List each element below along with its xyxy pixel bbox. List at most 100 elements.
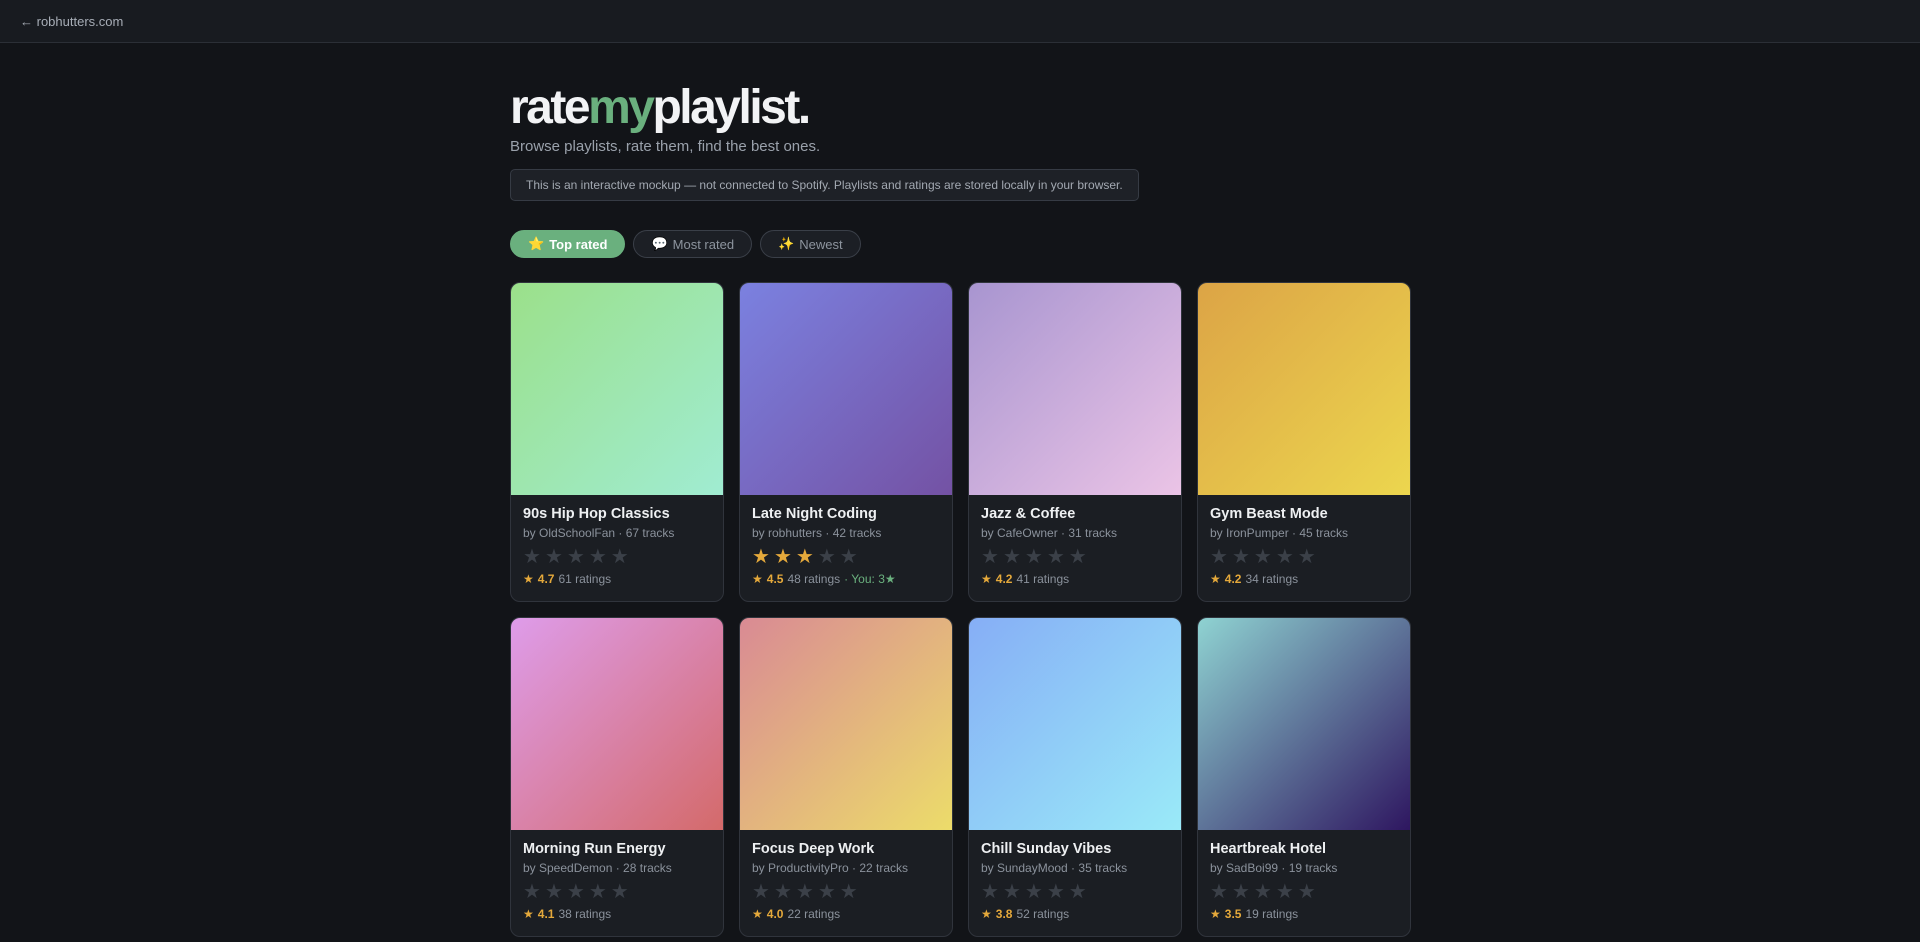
your-rating: · You: 3★ (844, 572, 896, 586)
rate-star-4[interactable]: ★ (1276, 546, 1294, 568)
speech-bubble-icon: 💬 (651, 236, 668, 251)
rate-star-2[interactable]: ★ (1232, 881, 1250, 903)
rate-star-2[interactable]: ★ (545, 546, 563, 568)
rate-star-5[interactable]: ★ (1069, 546, 1087, 568)
filter-label: Newest (799, 236, 843, 252)
mockup-notice: This is an interactive mockup — not conn… (510, 169, 1139, 201)
rate-star-5[interactable]: ★ (611, 881, 629, 903)
rate-star-3[interactable]: ★ (1254, 881, 1272, 903)
sort-filters: ⭐ Top rated 💬 Most rated ✨ Newest (510, 230, 1410, 258)
rating-count: 41 ratings (1016, 572, 1070, 586)
playlist-meta: by SpeedDemon · 28 tracks (523, 861, 672, 875)
rate-star-4[interactable]: ★ (818, 546, 836, 568)
average-rating: 4.0 (766, 907, 784, 921)
average-rating: 4.1 (537, 907, 555, 921)
playlist-meta: by SundayMood · 35 tracks (981, 861, 1128, 875)
rate-star-2[interactable]: ★ (1003, 546, 1021, 568)
average-rating: 3.5 (1224, 907, 1242, 921)
playlist-card[interactable]: 90s Hip Hop Classics by OldSchoolFan · 67… (510, 282, 724, 602)
back-link[interactable]: ← robhutters.com (20, 14, 123, 29)
playlist-meta: by SadBoi99 · 19 tracks (1210, 861, 1338, 875)
rate-star-5[interactable]: ★ (1069, 881, 1087, 903)
playlist-title: Chill Sunday Vibes (981, 841, 1112, 857)
rating-summary: ★ 4.1 38 ratings (523, 907, 711, 921)
rate-star-5[interactable]: ★ (1298, 881, 1316, 903)
rate-star-3[interactable]: ★ (1025, 546, 1043, 568)
rate-star-2[interactable]: ★ (1003, 881, 1021, 903)
playlist-meta: by CafeOwner · 31 tracks (981, 526, 1118, 540)
rate-star-4[interactable]: ★ (818, 881, 836, 903)
playlist-meta: by IronPumper · 45 tracks (1210, 526, 1349, 540)
rate-star-1[interactable]: ★ (981, 881, 999, 903)
rate-star-4[interactable]: ★ (589, 546, 607, 568)
rate-star-1[interactable]: ★ (752, 881, 770, 903)
rate-star-1[interactable]: ★ (523, 881, 541, 903)
playlist-info: Heartbreak Hotel by SadBoi99 · 19 tracks ★… (1198, 830, 1410, 921)
rating-summary: ★ 4.7 61 ratings (523, 572, 711, 586)
rating-stars: ★ ★ ★ ★ ★ (752, 881, 940, 903)
rate-star-4[interactable]: ★ (589, 881, 607, 903)
rate-star-3[interactable]: ★ (1254, 546, 1272, 568)
rating-summary: ★ 4.5 48 ratings · You: 3★ (752, 572, 940, 586)
playlist-cover (1198, 618, 1410, 830)
rate-star-1[interactable]: ★ (523, 546, 541, 568)
rate-star-1[interactable]: ★ (1210, 546, 1228, 568)
rating-stars: ★ ★ ★ ★ ★ (1210, 881, 1398, 903)
playlist-title: 90s Hip Hop Classics (523, 506, 670, 522)
star-icon: ★ (523, 572, 534, 586)
brand-logo: ratemyplaylist. (510, 80, 1410, 136)
playlist-info: 90s Hip Hop Classics by OldSchoolFan · 67… (511, 495, 723, 586)
rate-star-3[interactable]: ★ (796, 546, 814, 568)
rating-count: 38 ratings (558, 907, 612, 921)
rate-star-5[interactable]: ★ (1298, 546, 1316, 568)
playlist-info: Morning Run Energy by SpeedDemon · 28 tra… (511, 830, 723, 921)
rate-star-2[interactable]: ★ (545, 881, 563, 903)
playlist-card[interactable]: Morning Run Energy by SpeedDemon · 28 tra… (510, 617, 724, 937)
average-rating: 4.2 (1224, 572, 1242, 586)
filter-newest[interactable]: ✨ Newest (760, 230, 861, 258)
rating-count: 19 ratings (1245, 907, 1299, 921)
playlist-title: Late Night Coding (752, 506, 877, 522)
rate-star-3[interactable]: ★ (796, 881, 814, 903)
rating-count: 34 ratings (1245, 572, 1299, 586)
rating-stars: ★ ★ ★ ★ ★ (981, 881, 1169, 903)
rate-star-5[interactable]: ★ (611, 546, 629, 568)
rating-stars: ★ ★ ★ ★ ★ (523, 546, 711, 568)
average-rating: 4.5 (766, 572, 784, 586)
rate-star-4[interactable]: ★ (1047, 881, 1065, 903)
star-icon: ★ (1210, 907, 1221, 921)
playlist-card[interactable]: Heartbreak Hotel by SadBoi99 · 19 tracks ★… (1197, 617, 1411, 937)
rating-count: 52 ratings (1016, 907, 1070, 921)
sparkles-icon: ✨ (778, 236, 795, 251)
rate-star-2[interactable]: ★ (1232, 546, 1250, 568)
rating-stars: ★ ★ ★ ★ ★ (981, 546, 1169, 568)
filter-most-rated[interactable]: 💬 Most rated (633, 230, 753, 258)
playlist-title: Focus Deep Work (752, 841, 875, 857)
rate-star-3[interactable]: ★ (567, 881, 585, 903)
rate-star-3[interactable]: ★ (567, 546, 585, 568)
rate-star-2[interactable]: ★ (774, 881, 792, 903)
rate-star-4[interactable]: ★ (1276, 881, 1294, 903)
playlist-info: Late Night Coding by robhutters · 42 trac… (740, 495, 952, 586)
playlist-meta: by ProductivityPro · 22 tracks (752, 861, 909, 875)
rate-star-1[interactable]: ★ (981, 546, 999, 568)
rate-star-4[interactable]: ★ (1047, 546, 1065, 568)
star-icon: ★ (981, 572, 992, 586)
rate-star-5[interactable]: ★ (840, 546, 858, 568)
playlist-card[interactable]: Focus Deep Work by ProductivityPro · 22 t… (739, 617, 953, 937)
playlist-card[interactable]: Chill Sunday Vibes by SundayMood · 35 tra… (968, 617, 1182, 937)
rating-summary: ★ 4.0 22 ratings (752, 907, 940, 921)
rate-star-5[interactable]: ★ (840, 881, 858, 903)
rate-star-3[interactable]: ★ (1025, 881, 1043, 903)
playlist-meta: by OldSchoolFan · 67 tracks (523, 526, 675, 540)
playlist-card[interactable]: Gym Beast Mode by IronPumper · 45 tracks ★… (1197, 282, 1411, 602)
rating-stars: ★ ★ ★ ★ ★ (523, 881, 711, 903)
playlist-card[interactable]: Jazz & Coffee by CafeOwner · 31 tracks ★ ★ ★… (968, 282, 1182, 602)
filter-top-rated[interactable]: ⭐ Top rated (510, 230, 626, 258)
rate-star-1[interactable]: ★ (1210, 881, 1228, 903)
playlist-card[interactable]: Late Night Coding by robhutters · 42 trac… (739, 282, 953, 602)
star-icon: ★ (523, 907, 534, 921)
rate-star-1[interactable]: ★ (752, 546, 770, 568)
rate-star-2[interactable]: ★ (774, 546, 792, 568)
playlist-title: Gym Beast Mode (1210, 506, 1328, 522)
